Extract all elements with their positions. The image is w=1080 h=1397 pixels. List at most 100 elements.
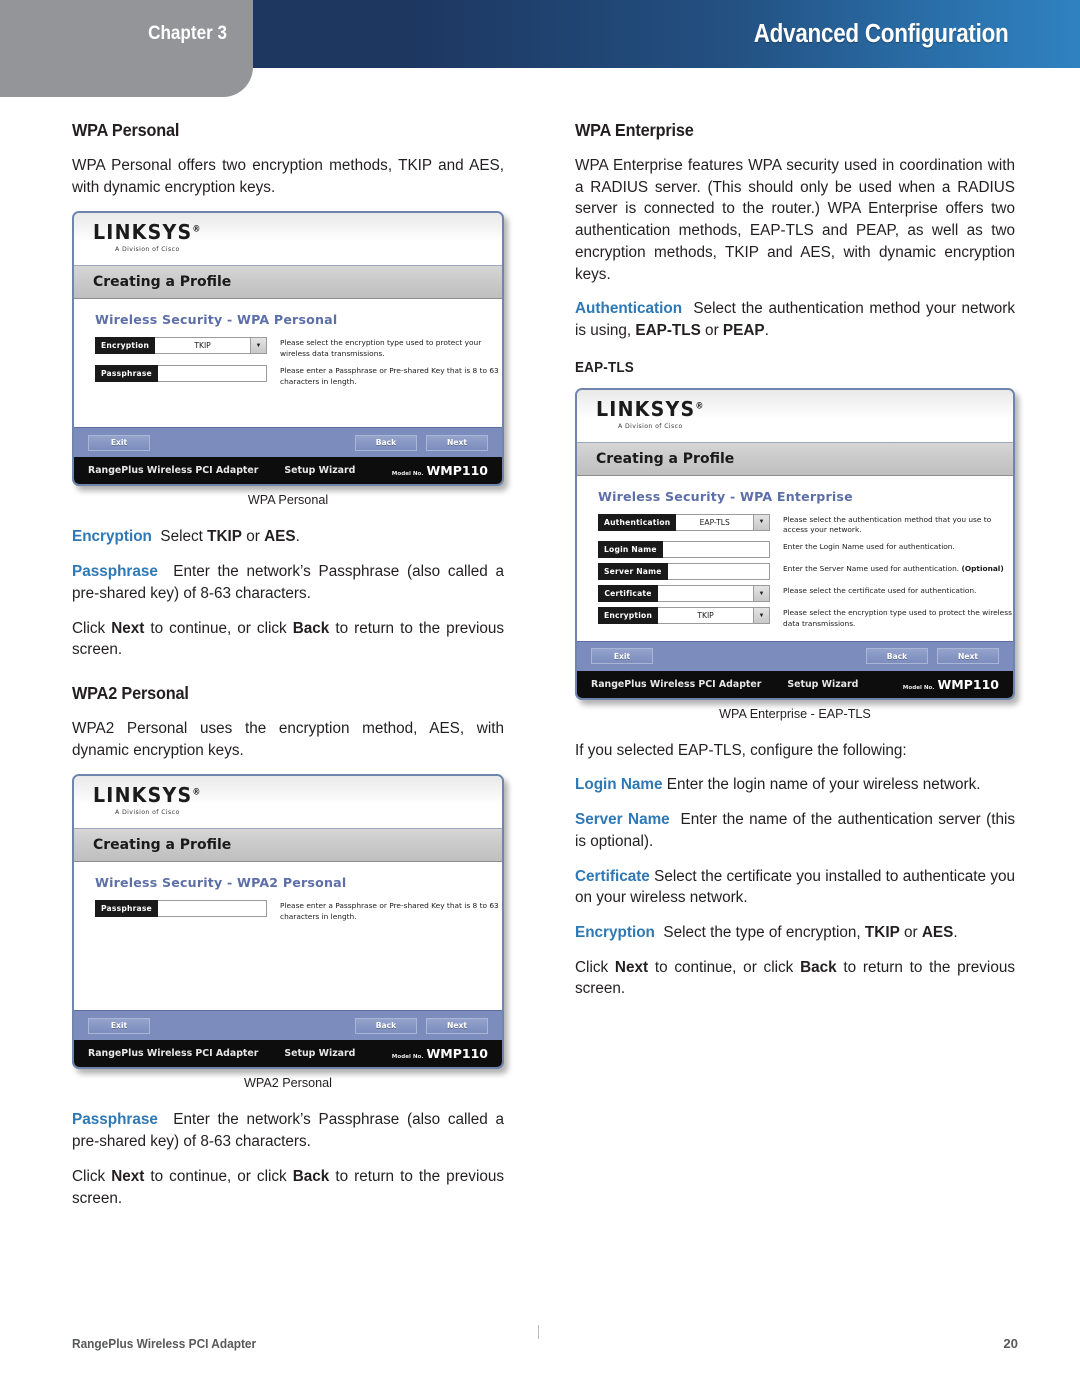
dialog-footer-model-label: Model No. bbox=[391, 471, 424, 478]
paragraph-login-name: Login Name Enter the login name of your … bbox=[575, 774, 1015, 796]
back-button[interactable]: Back bbox=[355, 434, 417, 451]
dialog-field-label: Passphrase bbox=[95, 364, 158, 382]
dialog-field-row: Encryption TKIP ▼ Please select the encrypt… bbox=[598, 607, 1013, 629]
dialog-field-label: Server Name bbox=[598, 563, 668, 581]
paragraph-wpa-enterprise-intro: WPA Enterprise features WPA security use… bbox=[575, 157, 1015, 283]
dialog-field-row: Encryption TKIP ▼ Please select the encrypt… bbox=[95, 337, 502, 359]
left-column: WPA Personal WPA Personal offers two enc… bbox=[72, 120, 504, 1209]
dialog-field-control: Encryption TKIP ▼ bbox=[598, 607, 770, 625]
click-mid: to continue, or click bbox=[144, 1167, 293, 1185]
click-prefix: Click bbox=[72, 619, 112, 637]
click-prefix: Click bbox=[575, 958, 615, 976]
encryption-option-tkip: TKIP bbox=[864, 924, 900, 941]
back-button[interactable]: Back bbox=[355, 1017, 417, 1034]
next-button[interactable]: Next bbox=[426, 1017, 488, 1034]
dialog-field-select[interactable] bbox=[658, 585, 754, 603]
dialog-title: Creating a Profile bbox=[74, 828, 502, 863]
chapter-tab: Chapter 3 bbox=[0, 0, 253, 97]
button-ref-back: Back bbox=[800, 958, 837, 976]
dialog-footer-wizard: Setup Wizard bbox=[284, 1048, 356, 1060]
chapter-label: Chapter 3 bbox=[148, 23, 227, 44]
chevron-down-icon[interactable]: ▼ bbox=[754, 513, 770, 531]
dialog-footer-model-group: Model No. WMP110 bbox=[392, 463, 488, 478]
button-ref-next: Next bbox=[111, 1167, 145, 1185]
linksys-logo: LINKSYS® bbox=[596, 397, 705, 422]
dialog-field-control: Login Name bbox=[598, 541, 770, 559]
dialog-section-title: Wireless Security - WPA Enterprise bbox=[598, 488, 853, 504]
paragraph-wpa2-personal-intro: WPA2 Personal uses the encryption method… bbox=[72, 720, 504, 759]
next-button[interactable]: Next bbox=[426, 434, 488, 451]
dialog-section-title: Wireless Security - WPA2 Personal bbox=[95, 875, 347, 891]
linksys-logo: LINKSYS® bbox=[93, 784, 202, 809]
dialog-field-select[interactable]: TKIP bbox=[658, 607, 754, 625]
dialog-field-select[interactable]: EAP-TLS bbox=[676, 513, 754, 531]
dialog-footer-model-label: Model No. bbox=[902, 684, 935, 691]
auth-option-eaptls: EAP-TLS bbox=[635, 322, 701, 340]
dialog-footer-model-group: Model No. WMP110 bbox=[392, 1046, 488, 1061]
encryption-option-aes: AES bbox=[264, 528, 296, 546]
back-button[interactable]: Back bbox=[866, 648, 928, 665]
dialog-field-row: Authentication EAP-TLS ▼ Please select the … bbox=[598, 513, 1013, 536]
encryption-period: . bbox=[953, 924, 958, 941]
dialog-field-list: Encryption TKIP ▼ Please select the encrypt… bbox=[95, 337, 502, 387]
next-button[interactable]: Next bbox=[937, 648, 999, 665]
click-prefix: Click bbox=[72, 1167, 112, 1185]
encryption-period: . bbox=[295, 528, 300, 546]
dialog-field-help: Please enter a Passphrase or Pre-shared … bbox=[280, 901, 499, 922]
term-server-name: Server Name bbox=[575, 811, 670, 829]
dialog-footer-product: RangePlus Wireless PCI Adapter bbox=[591, 678, 762, 690]
page-header: Advanced Configuration Chapter 3 bbox=[0, 0, 1080, 97]
dialog-section-title: Wireless Security - WPA Personal bbox=[95, 312, 338, 328]
button-ref-next: Next bbox=[111, 619, 145, 637]
paragraph-wpa-personal-intro: WPA Personal offers two encryption metho… bbox=[72, 157, 504, 196]
dialog-field-input[interactable] bbox=[157, 364, 267, 382]
dialog-logo-bar: LINKSYS® A Division of Cisco bbox=[74, 776, 502, 829]
linksys-logo: LINKSYS® bbox=[93, 221, 202, 246]
dialog-field-control: Authentication EAP-TLS ▼ bbox=[598, 513, 770, 531]
figure-caption-wpa-enterprise: WPA Enterprise - EAP-TLS bbox=[719, 706, 871, 721]
chevron-down-icon[interactable]: ▼ bbox=[754, 585, 770, 603]
paragraph-passphrase-2: Passphrase Enter the network’s Passphras… bbox=[72, 1109, 504, 1152]
dialog-field-input[interactable] bbox=[667, 563, 770, 581]
term-login-name: Login Name bbox=[575, 776, 663, 794]
dialog-wpa-enterprise: LINKSYS® A Division of Cisco Creating a … bbox=[575, 387, 1015, 700]
paragraph-passphrase: Passphrase Enter the network’s Passphras… bbox=[72, 561, 504, 604]
exit-button[interactable]: Exit bbox=[88, 434, 150, 451]
encryption-desc: Select bbox=[160, 528, 208, 546]
page-footer: RangePlus Wireless PCI Adapter 20 bbox=[72, 1336, 1018, 1351]
dialog-footer: RangePlus Wireless PCI Adapter Setup Wiz… bbox=[74, 1040, 502, 1068]
dialog-footer-model-label: Model No. bbox=[391, 1054, 424, 1061]
chevron-down-icon[interactable]: ▼ bbox=[754, 607, 770, 625]
dialog-field-label: Passphrase bbox=[95, 900, 158, 918]
dialog-button-bar: Exit Back Next bbox=[74, 427, 502, 458]
auth-period: . bbox=[764, 322, 769, 340]
dialog-button-bar: Exit Back Next bbox=[74, 1010, 502, 1041]
dialog-field-input[interactable] bbox=[157, 900, 267, 918]
dialog-field-label: Certificate bbox=[598, 585, 658, 603]
paragraph-encryption-right: Encryption Select the type of encryption… bbox=[575, 922, 1015, 944]
chevron-down-icon[interactable]: ▼ bbox=[251, 337, 267, 355]
button-ref-back: Back bbox=[292, 619, 330, 637]
exit-button[interactable]: Exit bbox=[88, 1017, 150, 1034]
linksys-tagline: A Division of Cisco bbox=[115, 809, 180, 817]
dialog-field-control: Certificate ▼ bbox=[598, 585, 770, 603]
footer-product-name: RangePlus Wireless PCI Adapter bbox=[72, 1336, 257, 1351]
dialog-footer: RangePlus Wireless PCI Adapter Setup Wiz… bbox=[577, 670, 1013, 698]
term-passphrase: Passphrase bbox=[72, 563, 158, 581]
dialog-body: Wireless Security - WPA2 Personal Passph… bbox=[74, 862, 502, 1011]
paragraph-certificate: Certificate Select the certificate you i… bbox=[575, 866, 1015, 909]
dialog-field-label: Encryption bbox=[598, 607, 659, 625]
dialog-field-input[interactable] bbox=[662, 541, 770, 559]
button-ref-next: Next bbox=[614, 958, 649, 976]
linksys-tagline: A Division of Cisco bbox=[115, 246, 180, 254]
term-encryption: Encryption bbox=[72, 528, 152, 546]
dialog-footer-model: WMP110 bbox=[937, 676, 999, 692]
exit-button[interactable]: Exit bbox=[591, 648, 653, 665]
paragraph-encryption: Encryption Select TKIP or AES. bbox=[72, 526, 504, 548]
dialog-footer-wizard: Setup Wizard bbox=[284, 465, 356, 477]
dialog-field-row: Certificate ▼ Please select the certificat… bbox=[598, 585, 1013, 603]
login-name-desc: Enter the login name of your wireless ne… bbox=[666, 776, 981, 794]
dialog-field-select[interactable]: TKIP bbox=[155, 337, 251, 355]
heading-wpa-personal: WPA Personal bbox=[72, 120, 180, 140]
auth-conj: or bbox=[700, 322, 723, 340]
